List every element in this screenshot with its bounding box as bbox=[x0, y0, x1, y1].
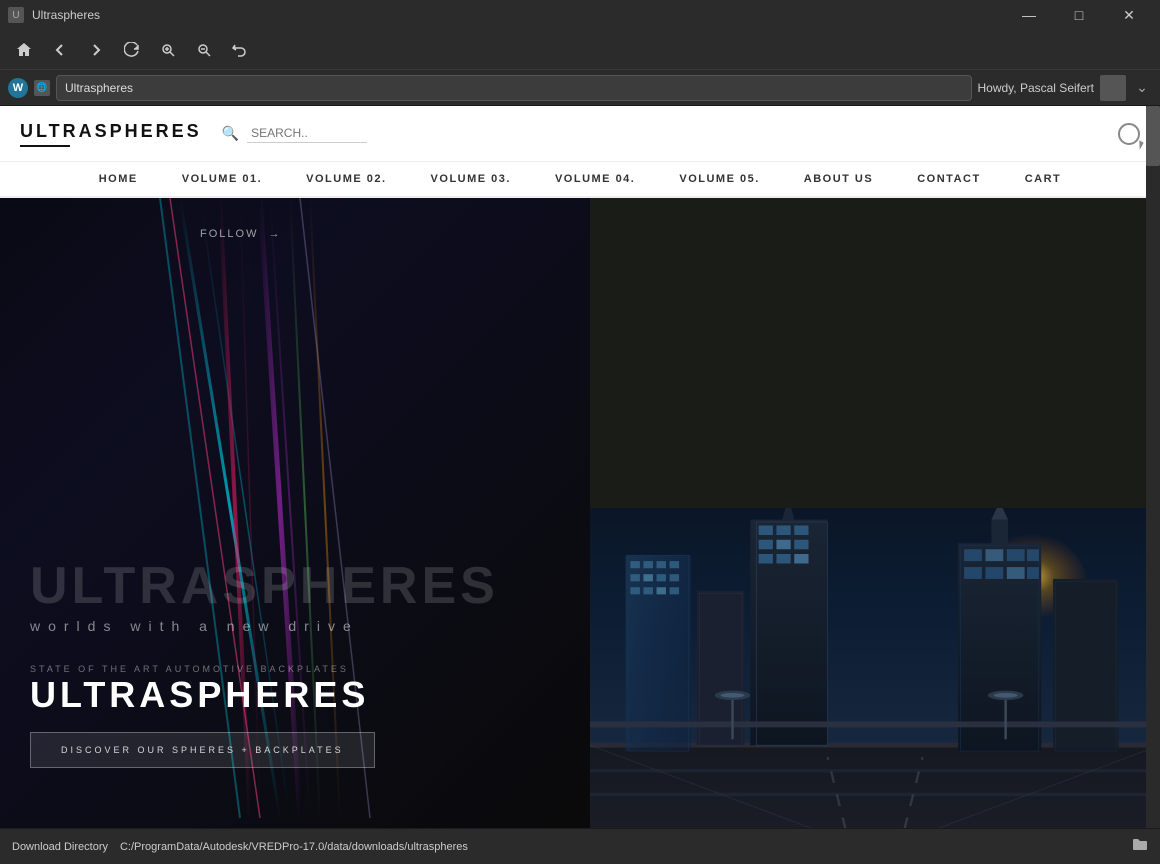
nav-about[interactable]: ABOUT US bbox=[782, 162, 895, 196]
hero-background: FOLLOW → ULTRASPHERES worlds with a new … bbox=[0, 198, 590, 828]
hero-subtitle: worlds with a new drive bbox=[30, 618, 560, 634]
wordpress-icon[interactable]: W bbox=[8, 78, 28, 98]
nav-volume03[interactable]: VOLUME 03. bbox=[409, 162, 533, 196]
logo-underline bbox=[20, 145, 70, 147]
cta-button[interactable]: DISCOVER OUR SPHERES + BACKPLATES bbox=[30, 732, 375, 768]
hero-title-ghost: ULTRASPHERES bbox=[30, 560, 560, 612]
browser-toolbar bbox=[0, 30, 1160, 70]
minimize-button[interactable]: — bbox=[1006, 0, 1052, 30]
window-title: Ultraspheres bbox=[32, 8, 100, 22]
search-input[interactable] bbox=[247, 124, 367, 143]
hero-right-bottom bbox=[590, 508, 1160, 828]
hero-section: FOLLOW → ULTRASPHERES worlds with a new … bbox=[0, 198, 1160, 828]
search-icon: 🔍 bbox=[222, 125, 239, 142]
back-button[interactable] bbox=[44, 34, 76, 66]
status-bar: Download Directory C:/ProgramData/Autode… bbox=[0, 828, 1160, 864]
app-icon: U bbox=[8, 7, 24, 23]
follow-text: FOLLOW bbox=[200, 228, 258, 240]
nav-cart[interactable]: CART bbox=[1003, 162, 1084, 196]
title-bar-left: U Ultraspheres bbox=[8, 7, 100, 23]
site-logo[interactable]: ULTRASPHERES bbox=[20, 121, 202, 142]
undo-button[interactable] bbox=[224, 34, 256, 66]
hero-right-top bbox=[590, 198, 1160, 508]
status-label: Download Directory bbox=[12, 841, 108, 853]
maximize-button[interactable]: □ bbox=[1056, 0, 1102, 30]
nav-volume04[interactable]: VOLUME 04. bbox=[533, 162, 657, 196]
title-bar: U Ultraspheres — □ ✕ bbox=[0, 0, 1160, 30]
nav-volume01[interactable]: VOLUME 01. bbox=[160, 162, 284, 196]
main-content: ULTRASPHERES 🔍 HOME VOLUME 01. VOLUME 02… bbox=[0, 106, 1160, 828]
follow-arrow: → bbox=[268, 228, 281, 240]
scrollbar-track[interactable] bbox=[1146, 106, 1160, 828]
site-nav: HOME VOLUME 01. VOLUME 02. VOLUME 03. VO… bbox=[0, 162, 1160, 198]
home-button[interactable] bbox=[8, 34, 40, 66]
city-skyline-svg bbox=[590, 508, 1160, 828]
howdy-section: Howdy, Pascal Seifert bbox=[978, 75, 1127, 101]
howdy-text: Howdy, Pascal Seifert bbox=[978, 81, 1095, 95]
address-input[interactable] bbox=[56, 75, 972, 101]
header-search: 🔍 bbox=[222, 124, 367, 143]
user-avatar bbox=[1100, 75, 1126, 101]
nav-home[interactable]: HOME bbox=[77, 162, 160, 196]
zoom-out-button[interactable] bbox=[188, 34, 220, 66]
folder-icon[interactable] bbox=[1132, 837, 1148, 856]
cursor-indicator bbox=[1118, 123, 1140, 145]
forward-button[interactable] bbox=[80, 34, 112, 66]
zoom-in-button[interactable] bbox=[152, 34, 184, 66]
cta-brand: ULTRASPHERES bbox=[30, 674, 560, 716]
close-button[interactable]: ✕ bbox=[1106, 0, 1152, 30]
nav-volume02[interactable]: VOLUME 02. bbox=[284, 162, 408, 196]
nav-volume05[interactable]: VOLUME 05. bbox=[657, 162, 781, 196]
site-logo-block: ULTRASPHERES bbox=[20, 121, 202, 147]
window-controls: — □ ✕ bbox=[1006, 0, 1152, 30]
cta-label: STATE OF THE ART AUTOMOTIVE BACKPLATES bbox=[30, 664, 560, 674]
site-header: ULTRASPHERES 🔍 bbox=[0, 106, 1160, 162]
status-path: C:/ProgramData/Autodesk/VREDPro-17.0/dat… bbox=[120, 841, 468, 853]
follow-link[interactable]: FOLLOW → bbox=[200, 228, 281, 240]
website-frame: ULTRASPHERES 🔍 HOME VOLUME 01. VOLUME 02… bbox=[0, 106, 1160, 828]
site-favicon: 🌐 bbox=[34, 80, 50, 96]
hero-cta-section: STATE OF THE ART AUTOMOTIVE BACKPLATES U… bbox=[30, 664, 560, 768]
scroll-control[interactable]: ⌄ bbox=[1132, 78, 1152, 98]
refresh-button[interactable] bbox=[116, 34, 148, 66]
address-bar-row: W 🌐 Howdy, Pascal Seifert ⌄ bbox=[0, 70, 1160, 106]
scrollbar-thumb[interactable] bbox=[1146, 106, 1160, 166]
hero-text-overlay: ULTRASPHERES worlds with a new drive STA… bbox=[30, 560, 560, 768]
nav-contact[interactable]: CONTACT bbox=[895, 162, 1002, 196]
hero-left: FOLLOW → ULTRASPHERES worlds with a new … bbox=[0, 198, 590, 828]
